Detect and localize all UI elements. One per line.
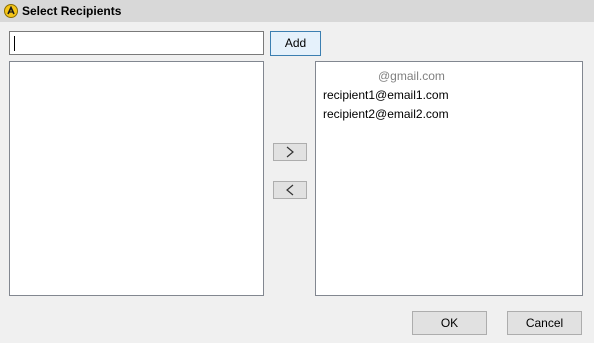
app-logo-icon: [4, 4, 18, 18]
recipient-search-input[interactable]: [9, 31, 264, 55]
cancel-button[interactable]: Cancel: [507, 311, 582, 335]
text-cursor: [14, 36, 15, 51]
selected-recipients-list[interactable]: @gmail.com recipient1@email1.com recipie…: [315, 61, 583, 296]
add-button[interactable]: Add: [270, 31, 321, 56]
chevron-right-icon: [286, 146, 294, 158]
title-bar: Select Recipients: [0, 0, 594, 22]
available-recipients-list[interactable]: [9, 61, 264, 296]
list-item[interactable]: recipient2@email2.com: [316, 105, 582, 124]
chevron-left-icon: [286, 184, 294, 196]
move-left-button[interactable]: [273, 181, 307, 199]
ok-button[interactable]: OK: [412, 311, 487, 335]
move-right-button[interactable]: [273, 143, 307, 161]
email-domain-placeholder: @gmail.com: [378, 69, 445, 83]
list-item[interactable]: recipient1@email1.com: [316, 86, 582, 105]
window-title: Select Recipients: [22, 4, 122, 18]
